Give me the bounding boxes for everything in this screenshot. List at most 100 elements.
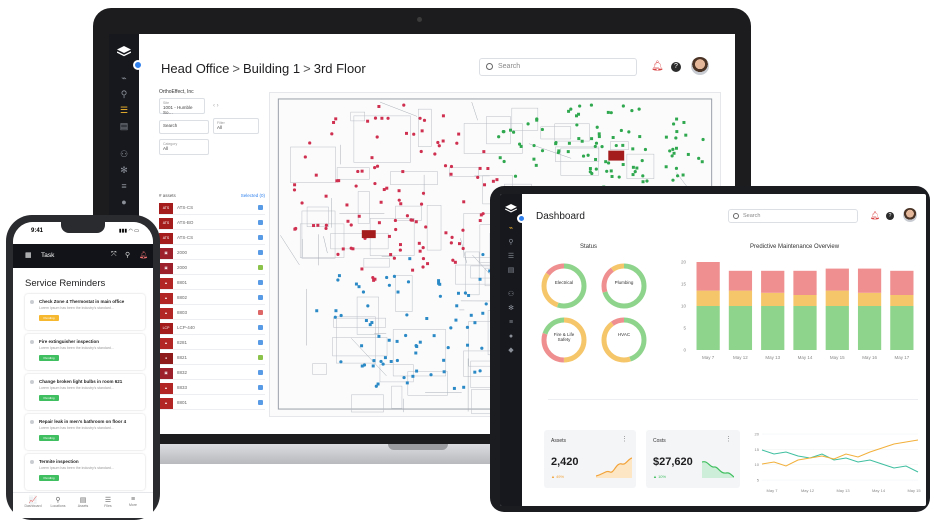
list-icon[interactable]: ≡ [505, 318, 517, 328]
task-card[interactable]: Repair leak in men's bathroom on floor 4… [25, 414, 145, 450]
asset-row[interactable]: LCP LCP-440 [159, 322, 265, 335]
task-card[interactable]: Termite inspection Lorem Ipsum has been t… [25, 454, 145, 490]
gear-icon[interactable]: ✻ [505, 304, 517, 314]
asset-row[interactable]: ▲ 8801 [159, 397, 265, 410]
bar-segment[interactable] [793, 270, 817, 295]
panel-search-input[interactable]: Search [159, 120, 209, 134]
asset-checkbox[interactable] [258, 355, 263, 360]
bar-segment[interactable] [761, 306, 785, 350]
asset-checkbox[interactable] [258, 400, 263, 405]
costs-card[interactable]: Costs ⋮ $27,620 ▲ 10% [646, 430, 740, 488]
map-pin-icon[interactable]: ⚲ [505, 238, 517, 248]
layers-logo-icon[interactable] [505, 204, 517, 214]
asset-row[interactable]: ● 8821 [159, 352, 265, 365]
bar-segment[interactable] [696, 262, 720, 291]
map-pin-icon[interactable]: ⚲ [118, 88, 130, 100]
bar-segment[interactable] [728, 270, 753, 291]
bar-segment[interactable] [793, 295, 817, 306]
avatar[interactable] [903, 208, 917, 222]
document-icon[interactable]: ▤ [505, 266, 517, 276]
chart-icon[interactable]: ⌁ [118, 72, 130, 84]
asset-checkbox[interactable] [258, 295, 263, 300]
tab-files[interactable]: ☰ Files [96, 496, 120, 508]
collapse-icon[interactable]: ⤧ [111, 251, 117, 259]
search-icon[interactable]: ⚲ [125, 251, 130, 259]
filter-select[interactable]: Filter All [213, 118, 259, 134]
asset-row[interactable]: ATS ATS-CS [159, 232, 265, 245]
bar-segment[interactable] [696, 290, 720, 306]
tab-dashboard[interactable]: 📈 Dashboard [21, 496, 45, 508]
asset-checkbox[interactable] [258, 310, 263, 315]
asset-row[interactable]: ▣ 2000 [159, 247, 265, 260]
status-ring[interactable] [541, 263, 587, 309]
asset-row[interactable]: ▲ 8803 [159, 307, 265, 320]
bar-segment[interactable] [728, 306, 753, 350]
breadcrumb-item[interactable]: Building 1 [243, 61, 300, 76]
asset-row[interactable]: ▲ 8801 [159, 277, 265, 290]
bar-segment[interactable] [890, 270, 914, 295]
task-card[interactable]: Check Zone 4 Thermostat in main office Lo… [25, 294, 145, 330]
notification-bell-icon[interactable]: 🔔︎ [870, 211, 880, 220]
search-input[interactable]: Search [728, 209, 858, 223]
bar-segment[interactable] [857, 306, 882, 350]
assets-selected-link[interactable]: Selected (0) [241, 193, 265, 198]
calendar-icon[interactable]: ▦ [25, 251, 32, 259]
sidebar-toggle[interactable] [133, 60, 143, 70]
tag-icon[interactable]: ◆ [505, 346, 517, 356]
category-select[interactable]: Category All [159, 139, 209, 155]
list-icon[interactable]: ≡ [118, 180, 130, 192]
asset-row[interactable]: ▣ 8832 [159, 367, 265, 380]
asset-checkbox[interactable] [258, 280, 263, 285]
asset-checkbox[interactable] [258, 385, 263, 390]
asset-checkbox[interactable] [258, 340, 263, 345]
more-icon[interactable]: ⋮ [621, 435, 628, 443]
bar-segment[interactable] [761, 292, 785, 306]
asset-row[interactable]: ▲ 8833 [159, 382, 265, 395]
people-icon[interactable]: ⚇ [505, 290, 517, 300]
arrow-controls[interactable]: ‹ › [213, 103, 219, 109]
asset-checkbox[interactable] [258, 220, 263, 225]
bar-segment[interactable] [696, 306, 720, 350]
layers-logo-icon[interactable] [117, 46, 131, 58]
help-icon[interactable]: ? [671, 62, 681, 72]
task-card[interactable]: Change broken light bulbs in room 621 Lor… [25, 374, 145, 410]
status-ring[interactable] [601, 263, 647, 309]
bar-segment[interactable] [825, 306, 849, 350]
bar-segment[interactable] [857, 292, 882, 306]
asset-row[interactable]: ▲ 8281 [159, 337, 265, 350]
asset-row[interactable]: ATS ATS-CS [159, 202, 265, 215]
asset-row[interactable]: ▲ 8802 [159, 292, 265, 305]
asset-row[interactable]: ▣ 2000 [159, 262, 265, 275]
bar-segment[interactable] [857, 268, 882, 293]
database-icon[interactable]: ☰ [505, 252, 517, 262]
more-icon[interactable]: ⋮ [725, 435, 732, 443]
status-ring[interactable] [601, 317, 647, 363]
asset-checkbox[interactable] [258, 370, 263, 375]
bar-segment[interactable] [761, 270, 785, 293]
people-icon[interactable]: ⚇ [118, 148, 130, 160]
notification-bell-icon[interactable]: 🔔︎ [651, 61, 664, 72]
bar-segment[interactable] [825, 268, 849, 291]
sidebar-toggle[interactable] [517, 214, 526, 223]
bar-segment[interactable] [728, 290, 753, 306]
chart-icon[interactable]: ⌁ [505, 224, 517, 234]
asset-checkbox[interactable] [258, 205, 263, 210]
avatar[interactable] [691, 57, 709, 75]
notification-bell-icon[interactable]: 🔔︎ [139, 251, 148, 259]
asset-checkbox[interactable] [258, 250, 263, 255]
tab-more[interactable]: ≡ More [121, 496, 145, 507]
tab-locations[interactable]: ⚲ Locations [46, 496, 70, 508]
site-select[interactable]: Site 1001 - Humble So… [159, 98, 205, 115]
bar-segment[interactable] [890, 306, 914, 350]
bar-segment[interactable] [793, 306, 817, 350]
breadcrumb-item[interactable]: Head Office [161, 61, 229, 76]
search-input[interactable]: Search [479, 58, 637, 76]
help-icon[interactable]: ? [886, 212, 894, 220]
database-icon[interactable]: ☰ [118, 104, 130, 116]
asset-checkbox[interactable] [258, 235, 263, 240]
assets-card[interactable]: Assets ⋮ 2,420 ▲ 49% [544, 430, 636, 488]
info-icon[interactable]: ● [118, 196, 130, 208]
asset-checkbox[interactable] [258, 265, 263, 270]
info-icon[interactable]: ● [505, 332, 517, 342]
gear-icon[interactable]: ✻ [118, 164, 130, 176]
